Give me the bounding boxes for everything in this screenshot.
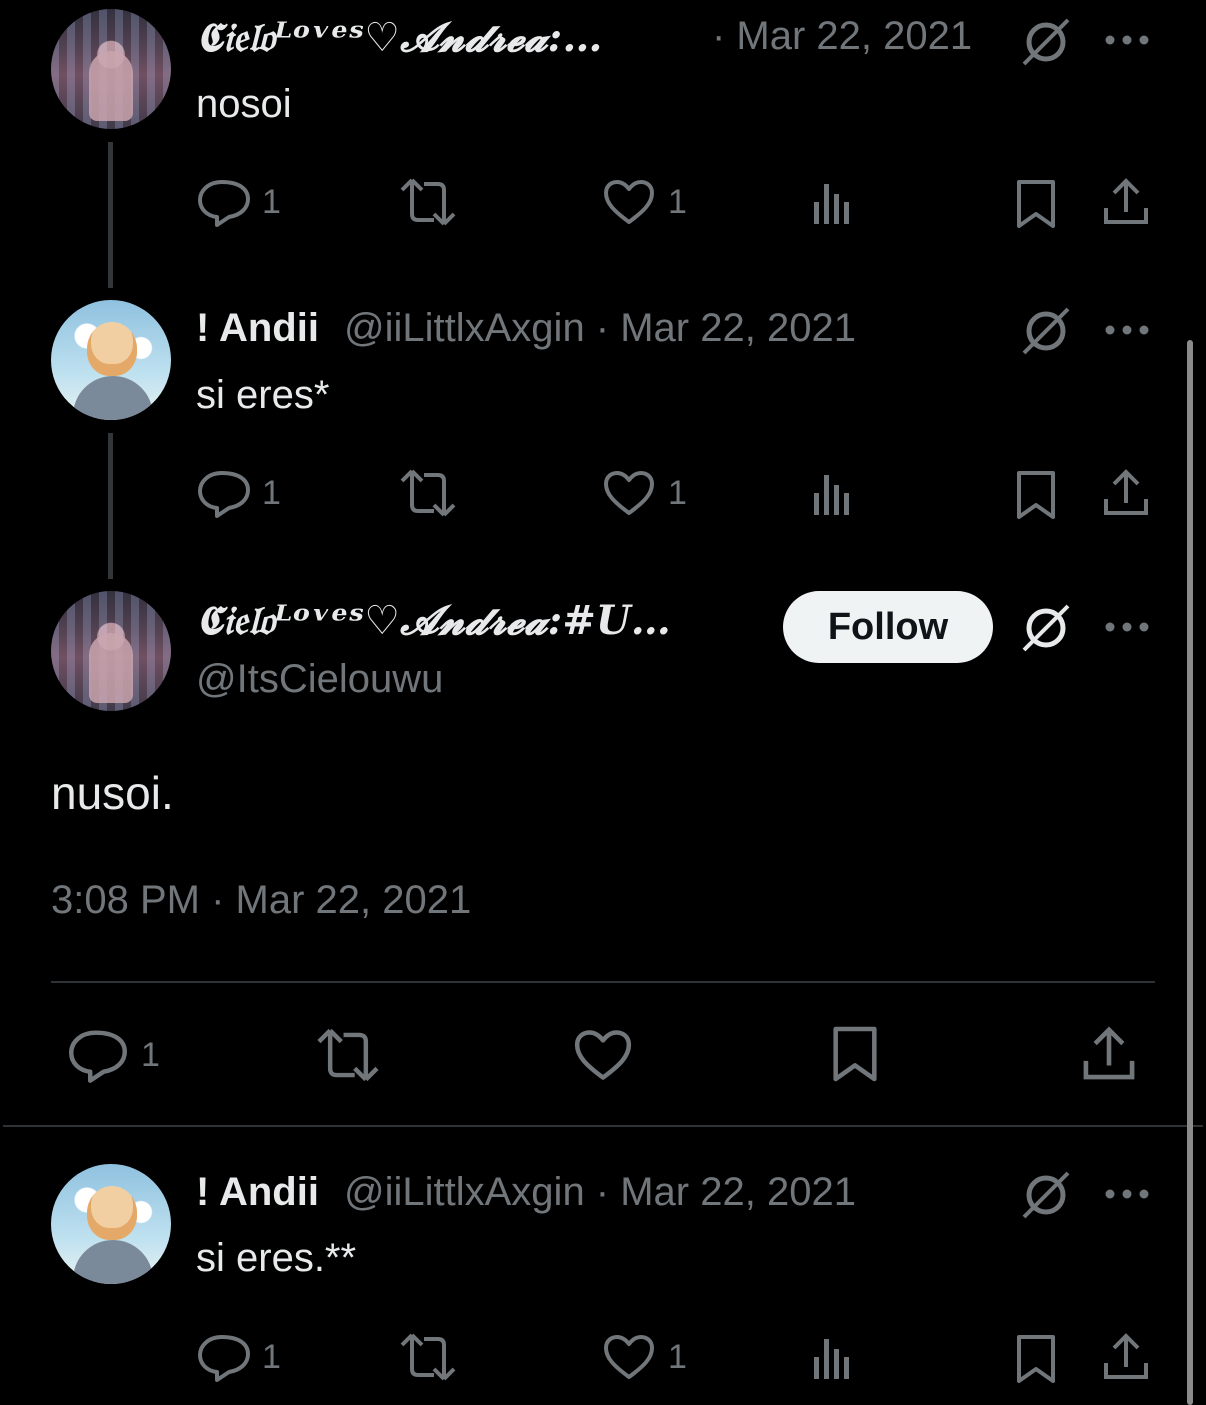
author-name[interactable]: 𝕮𝔦𝔢𝔩𝔬ᴸᵒᵛᵉˢ♡𝓐𝓷𝓭𝓻𝓮𝓪:… <box>196 14 602 61</box>
verified-slash-icon <box>1022 604 1070 652</box>
more-icon[interactable] <box>1102 318 1152 342</box>
share-icon[interactable] <box>1102 1331 1150 1383</box>
like-icon[interactable] <box>602 178 656 226</box>
like-icon[interactable] <box>602 469 656 517</box>
verified-slash-icon <box>1022 18 1070 66</box>
like-count: 1 <box>668 474 687 512</box>
avatar-andii[interactable] <box>51 1164 171 1284</box>
avatar-cielo[interactable] <box>51 9 171 129</box>
reply-count: 1 <box>262 1338 281 1376</box>
tweet-text: si eres* <box>196 373 330 417</box>
retweet-icon[interactable] <box>398 467 458 519</box>
more-icon[interactable] <box>1102 28 1152 52</box>
tweet-meta[interactable]: @iiLittlxAxgin · Mar 22, 2021 <box>344 306 856 351</box>
views-icon[interactable] <box>810 1335 854 1381</box>
thread-line <box>108 142 113 288</box>
like-icon[interactable] <box>572 1028 634 1082</box>
tweet-meta[interactable]: @iiLittlxAxgin · Mar 22, 2021 <box>344 1170 856 1215</box>
views-icon[interactable] <box>810 471 854 517</box>
like-icon[interactable] <box>602 1333 656 1381</box>
avatar-cielo[interactable] <box>51 591 171 711</box>
reply-icon[interactable] <box>66 1026 130 1084</box>
retweet-icon[interactable] <box>398 176 458 228</box>
tweet-text: nosoi <box>196 82 292 126</box>
author-name[interactable]: 𝕮𝔦𝔢𝔩𝔬ᴸᵒᵛᵉˢ♡𝓐𝓷𝓭𝓻𝓮𝓪:#U… <box>196 597 671 644</box>
tweet-text: si eres.** <box>196 1236 357 1280</box>
thread-line <box>108 433 113 579</box>
author-handle[interactable]: @ItsCielouwu <box>196 657 443 702</box>
share-icon[interactable] <box>1102 176 1150 228</box>
reply-icon[interactable] <box>196 176 252 228</box>
tweet-meta[interactable]: · Mar 22, 2021 <box>712 14 972 59</box>
more-icon[interactable] <box>1102 1182 1152 1206</box>
bookmark-icon[interactable] <box>830 1024 880 1084</box>
divider <box>51 981 1155 983</box>
reply-count: 1 <box>262 183 281 221</box>
scrollbar[interactable] <box>1187 340 1193 1405</box>
like-count: 1 <box>668 183 687 221</box>
author-name[interactable]: ! Andii <box>196 1170 319 1215</box>
divider <box>3 1125 1203 1127</box>
reply-icon[interactable] <box>196 1331 252 1383</box>
main-tweet-timestamp[interactable]: 3:08 PM · Mar 22, 2021 <box>51 878 471 923</box>
views-icon[interactable] <box>810 180 854 226</box>
bookmark-icon[interactable] <box>1014 469 1058 521</box>
verified-slash-icon <box>1022 307 1070 355</box>
like-count: 1 <box>668 1338 687 1376</box>
reply-count: 1 <box>262 474 281 512</box>
verified-slash-icon <box>1022 1171 1070 1219</box>
author-name[interactable]: ! Andii <box>196 306 319 351</box>
retweet-icon[interactable] <box>314 1026 382 1084</box>
reply-count: 1 <box>141 1036 160 1074</box>
share-icon[interactable] <box>1102 467 1150 519</box>
more-icon[interactable] <box>1102 615 1152 639</box>
share-icon[interactable] <box>1081 1024 1137 1084</box>
main-tweet-text: nusoi. <box>51 767 174 819</box>
retweet-icon[interactable] <box>398 1331 458 1383</box>
bookmark-icon[interactable] <box>1014 178 1058 230</box>
reply-icon[interactable] <box>196 467 252 519</box>
bookmark-icon[interactable] <box>1014 1333 1058 1385</box>
follow-button[interactable]: Follow <box>783 591 993 663</box>
avatar-andii[interactable] <box>51 300 171 420</box>
